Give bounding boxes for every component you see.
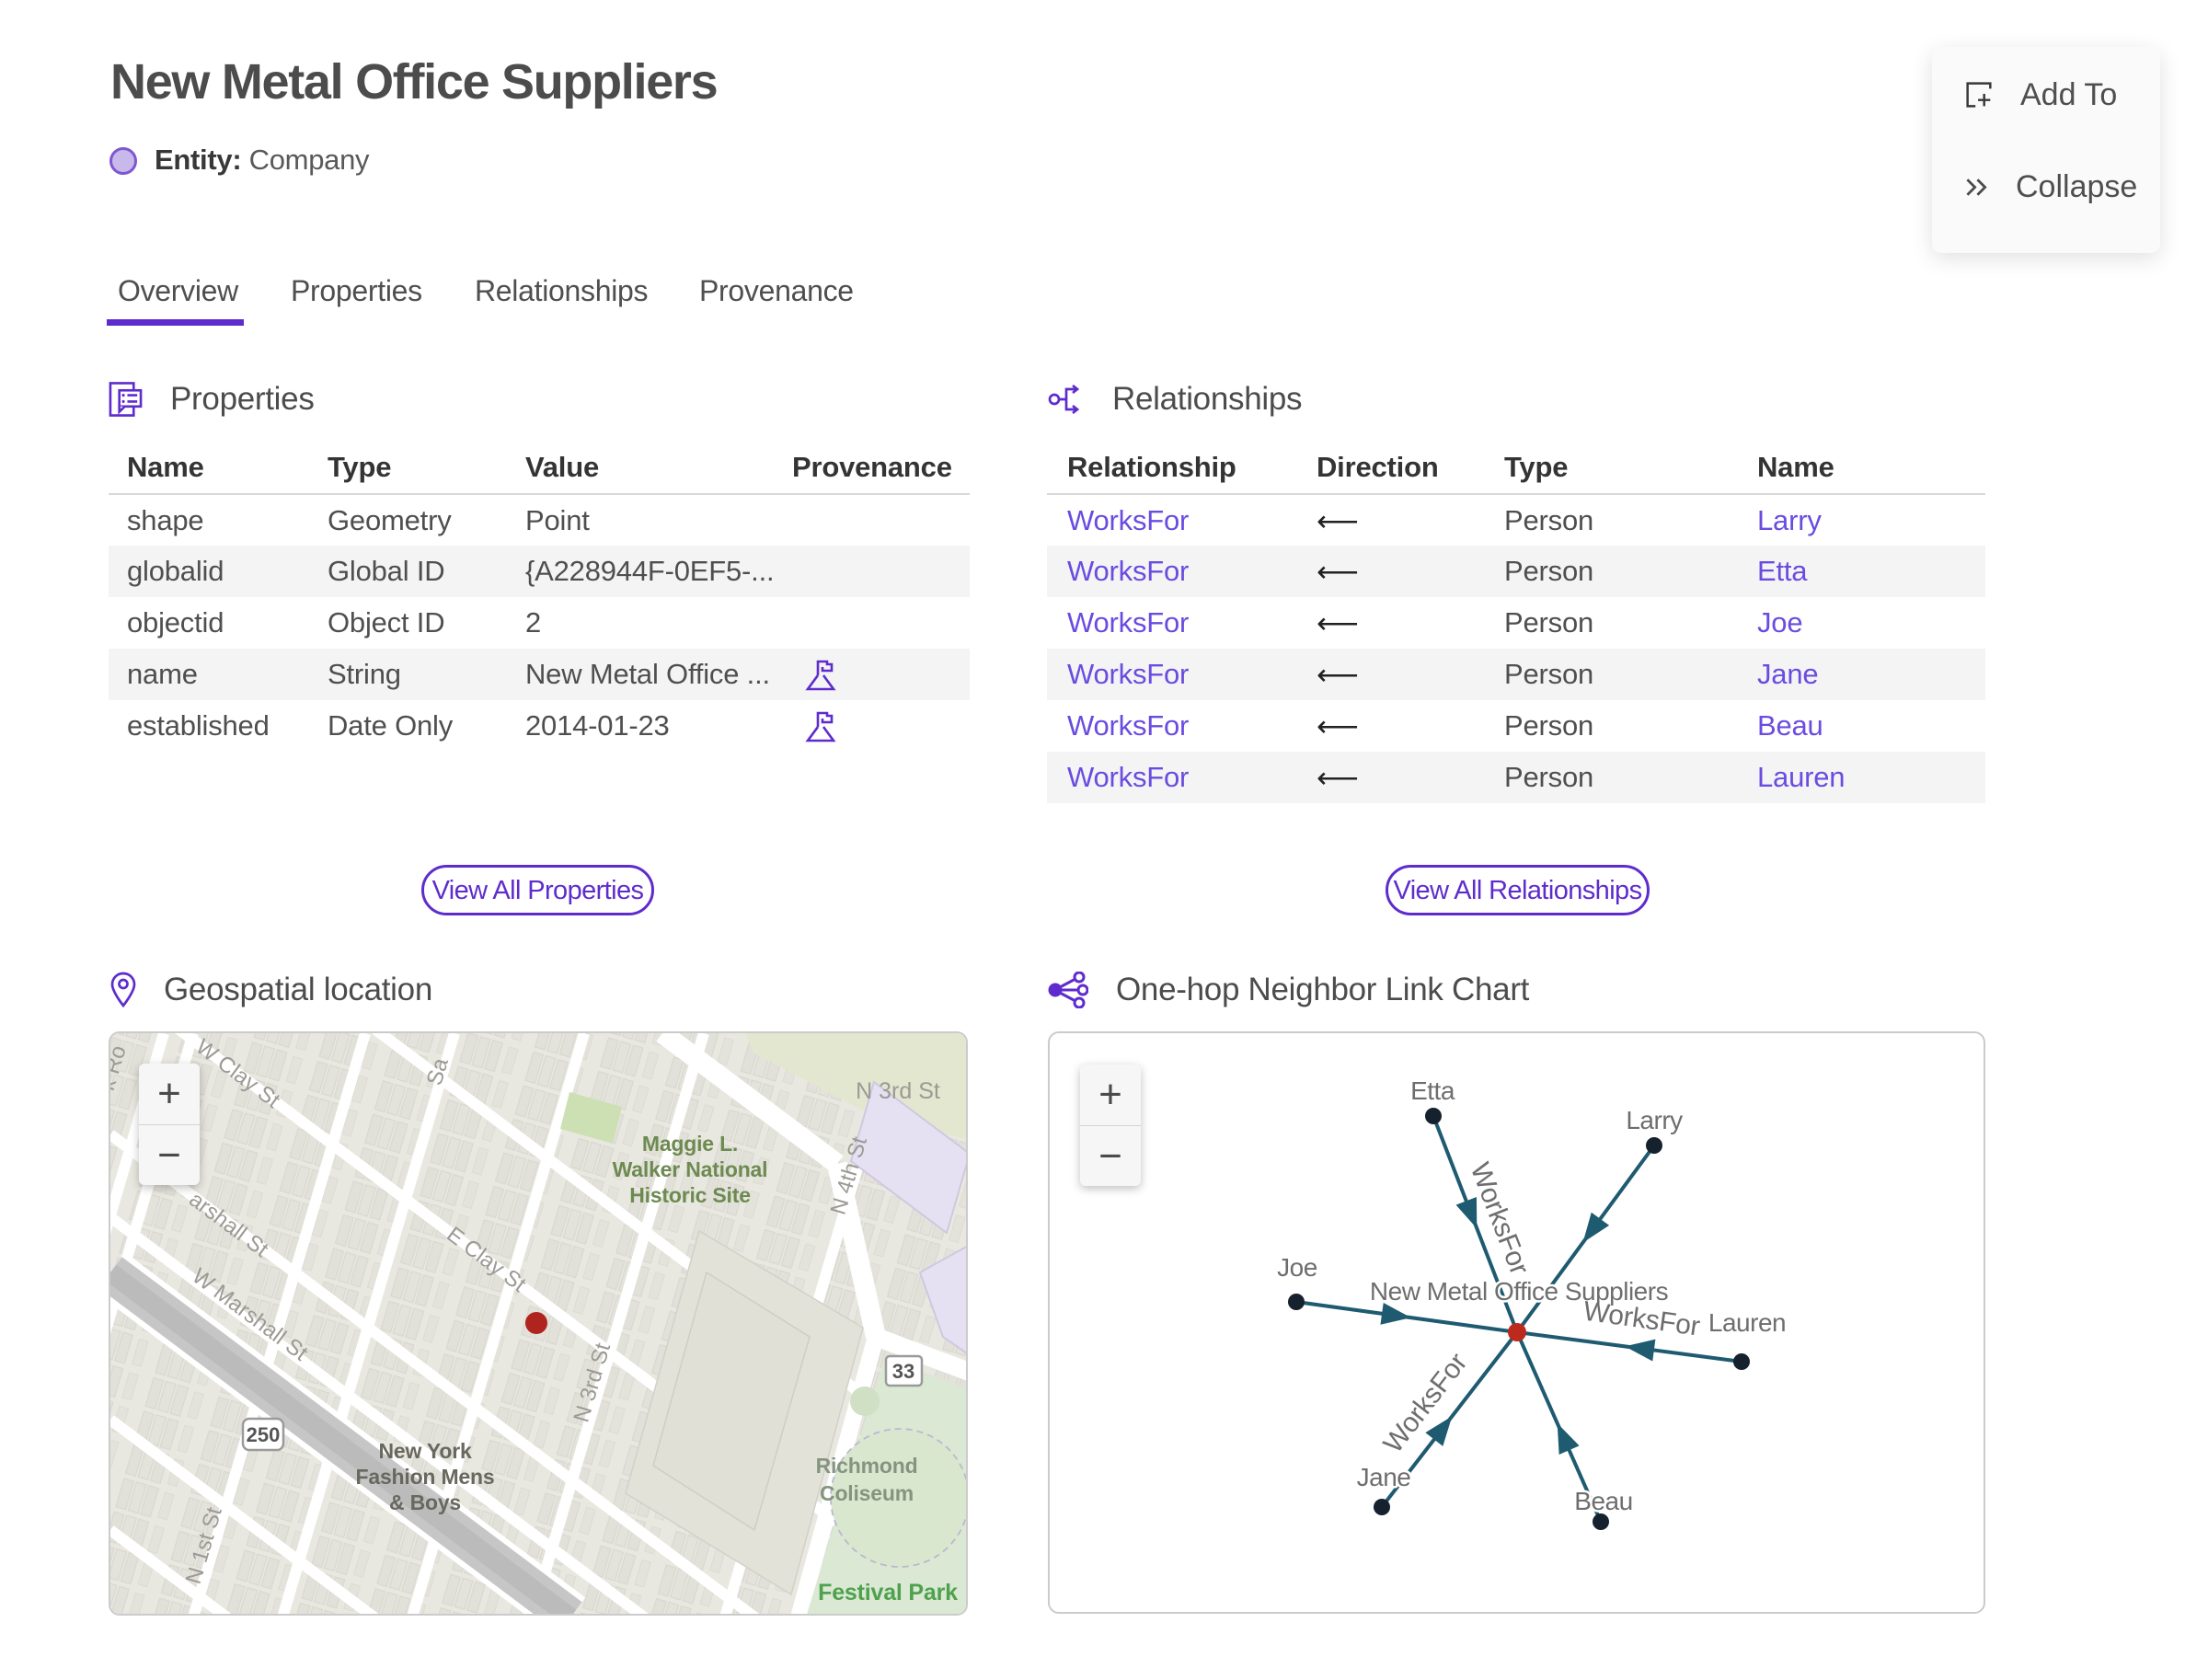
svg-text:Joe: Joe: [1277, 1253, 1317, 1282]
svg-text:33: 33: [892, 1360, 914, 1383]
svg-text:Fashion Mens: Fashion Mens: [356, 1465, 495, 1489]
svg-text:& Boys: & Boys: [389, 1490, 461, 1514]
svg-text:New York: New York: [378, 1439, 471, 1463]
svg-text:Lauren: Lauren: [1708, 1308, 1786, 1337]
svg-text:Richmond: Richmond: [816, 1454, 918, 1478]
svg-text:Maggie L.: Maggie L.: [642, 1132, 738, 1156]
svg-text:Festival Park: Festival Park: [818, 1580, 958, 1605]
svg-text:Beau: Beau: [1574, 1487, 1632, 1515]
svg-text:Walker National: Walker National: [613, 1157, 768, 1181]
svg-text:Historic Site: Historic Site: [629, 1183, 751, 1207]
svg-text:Jane: Jane: [1357, 1463, 1411, 1491]
svg-text:250: 250: [247, 1423, 281, 1446]
svg-text:Coliseum: Coliseum: [820, 1481, 914, 1505]
svg-text:Etta: Etta: [1410, 1076, 1455, 1105]
svg-text:N 3rd St: N 3rd St: [856, 1078, 940, 1104]
svg-text:WorksFor: WorksFor: [1581, 1296, 1702, 1342]
svg-text:Larry: Larry: [1626, 1106, 1683, 1134]
svg-text:WorksFor: WorksFor: [1378, 1348, 1474, 1459]
